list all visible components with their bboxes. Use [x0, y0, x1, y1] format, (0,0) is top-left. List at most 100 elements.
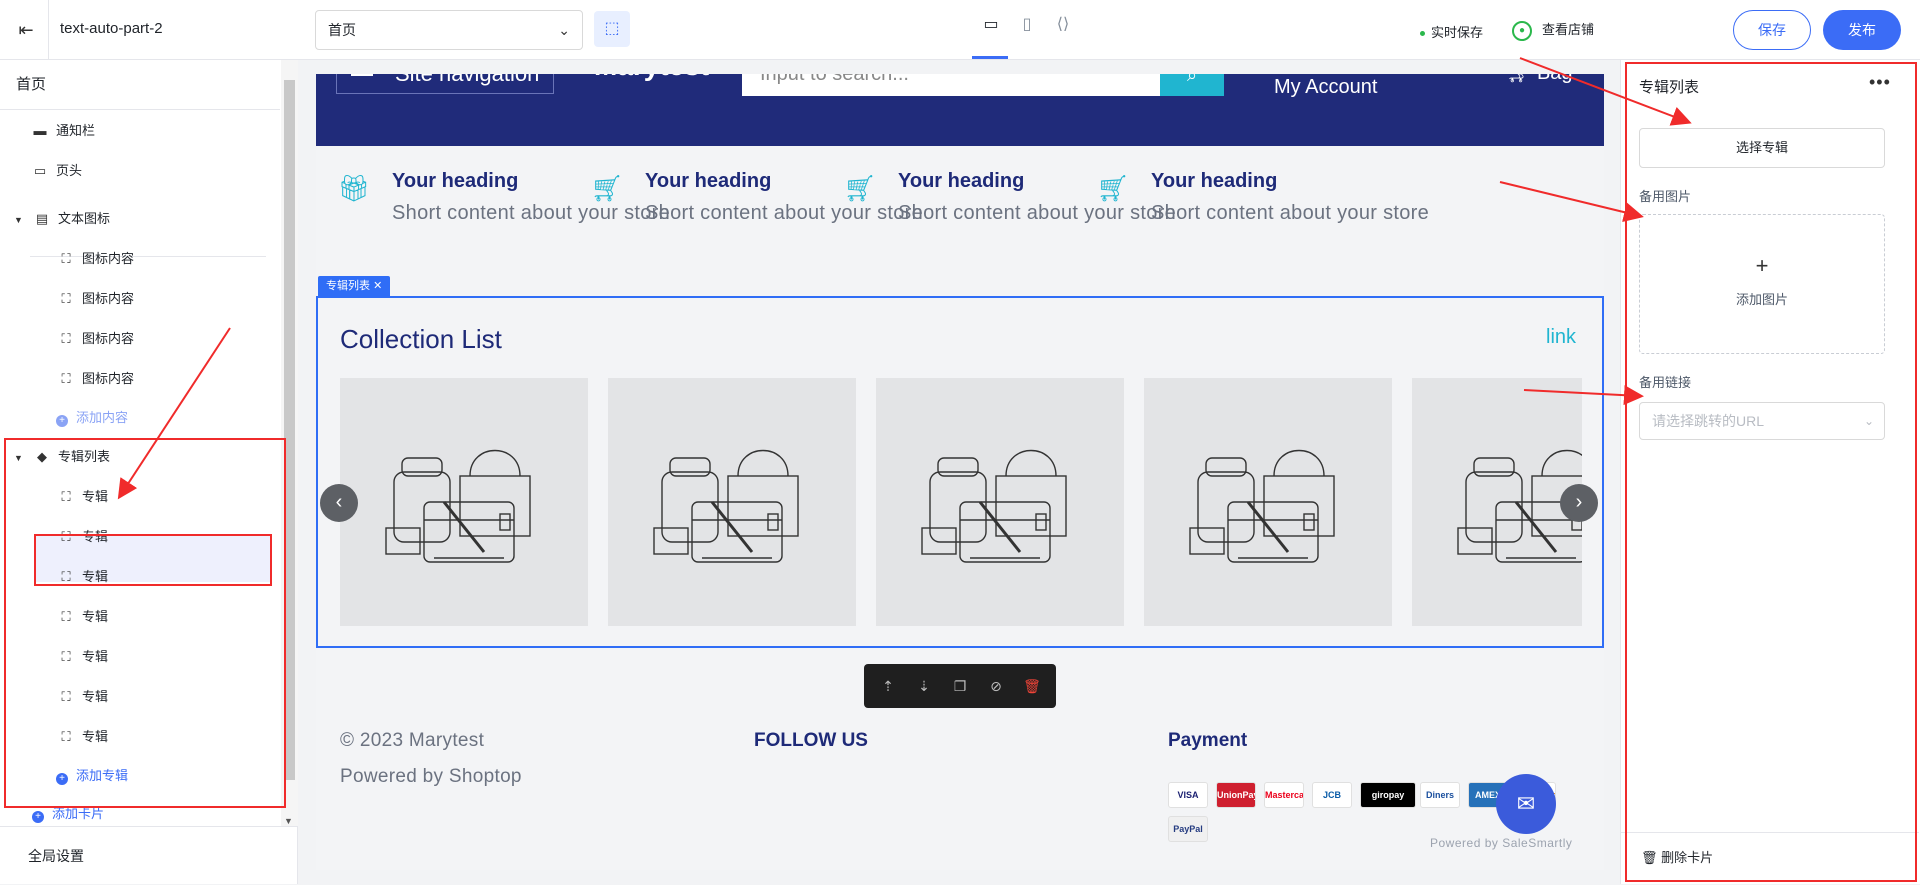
- sidebar-item-label: 页头: [56, 163, 83, 178]
- footer-powered-by: Powered by Shoptop: [340, 766, 522, 787]
- collection-link[interactable]: link: [1546, 326, 1576, 349]
- feature-title: Your heading: [1151, 170, 1278, 192]
- section-toolbar: ⇡ ⇣ ❐ ⊘ 🗑︎: [864, 664, 1056, 708]
- move-down-icon[interactable]: ⇣: [914, 676, 934, 696]
- page-select-value: 首页: [328, 22, 356, 38]
- add-content-button[interactable]: + 添加内容: [56, 408, 128, 428]
- gift-icon: 🎁︎: [337, 173, 371, 203]
- powered-by-salesmartly: Powered by SaleSmartly: [1430, 836, 1573, 850]
- scroll-down-icon[interactable]: ▼: [284, 816, 293, 826]
- caret-down-icon[interactable]: ▼: [14, 201, 26, 239]
- exit-icon[interactable]: ⇤: [14, 18, 38, 42]
- autosave-status: 实时保存: [1420, 22, 1483, 41]
- code-view-icon[interactable]: ⟨⟩: [1052, 14, 1074, 36]
- payment-badge: VISA: [1168, 782, 1208, 808]
- section-tag[interactable]: 专辑列表 ✕: [318, 276, 391, 296]
- footer-payment-title: Payment: [1168, 730, 1248, 751]
- feature-text: Short content about your store: [1151, 202, 1430, 224]
- payment-badge: JCB: [1312, 782, 1352, 808]
- hide-icon[interactable]: ⊘: [986, 676, 1006, 696]
- site-name: text-auto-part-2: [60, 20, 163, 37]
- section-tag-label: 专辑列表: [326, 280, 370, 292]
- collection-card[interactable]: [876, 378, 1124, 626]
- feature-title: Your heading: [392, 170, 519, 192]
- payment-badge: PayPal: [1168, 816, 1208, 842]
- bag-label: Bag: [1537, 74, 1573, 84]
- close-icon[interactable]: ✕: [373, 280, 382, 292]
- collection-card[interactable]: [608, 378, 856, 626]
- active-device-indicator: [972, 56, 1008, 59]
- collection-card[interactable]: [1144, 378, 1392, 626]
- autosave-label: 实时保存: [1431, 25, 1484, 40]
- feature-title: Your heading: [645, 170, 772, 192]
- feature-text: Short content about your store: [898, 202, 1177, 224]
- sidebar-title: 首页: [0, 60, 280, 110]
- chevron-down-icon: ⌄: [558, 22, 570, 38]
- footer-follow-us: FOLLOW US: [754, 730, 868, 751]
- sidebar-item-icon-content[interactable]: ⛶ 图标内容: [58, 360, 134, 398]
- add-card-label: 添加卡片: [52, 806, 105, 821]
- my-account-link[interactable]: My Account: [1274, 76, 1377, 99]
- bag-link[interactable]: 🛒︎ Bag: [1506, 74, 1573, 85]
- payment-badge: UnionPay: [1216, 782, 1256, 808]
- site-navigation-button[interactable]: Site navigation: [336, 74, 554, 94]
- desktop-view-icon[interactable]: ▭: [980, 14, 1002, 36]
- view-store-label: 查看店铺: [1542, 22, 1595, 37]
- feature-text: Short content about your store: [645, 202, 924, 224]
- sidebar-item-text-icon[interactable]: ▼ ▤ 文本图标: [14, 200, 110, 238]
- chat-widget-icon[interactable]: ✉: [1496, 774, 1556, 834]
- sidebar-item-header[interactable]: ▭ 页头: [32, 152, 82, 190]
- cart-icon: 🛒︎: [1096, 173, 1130, 203]
- sidebar-item-icon-content[interactable]: ⛶ 图标内容: [58, 280, 134, 318]
- sidebar-item-label: 图标内容: [82, 331, 135, 346]
- payment-badge: giropay: [1360, 782, 1416, 808]
- status-dot: [1420, 31, 1425, 37]
- notice-bar-icon: ▬: [33, 123, 47, 138]
- block-icon: ⛶: [61, 291, 71, 306]
- move-up-icon[interactable]: ⇡: [878, 676, 898, 696]
- add-content-label: 添加内容: [76, 410, 129, 425]
- search-icon[interactable]: ⌕: [1160, 74, 1224, 96]
- store-logo[interactable]: Marytest: [594, 74, 709, 82]
- sidebar-item-icon-content[interactable]: ⛶ 图标内容: [58, 320, 134, 358]
- divider: [48, 0, 49, 60]
- sidebar-item-icon-content[interactable]: ⛶ 图标内容: [58, 240, 134, 278]
- sidebar-item-notice-bar[interactable]: ▬ 通知栏: [32, 112, 96, 150]
- carousel-next-button[interactable]: ›: [1560, 484, 1598, 522]
- view-store-link[interactable]: ● 查看店铺: [1512, 19, 1594, 41]
- cart-icon: 🛒︎: [843, 173, 877, 203]
- right-panel: 专辑列表 ••• 选择专辑 备用图片 + 添加图片 备用链接 请选择跳转的URL…: [1620, 60, 1920, 884]
- copy-icon[interactable]: ❐: [950, 676, 970, 696]
- annotation-box: [34, 534, 272, 586]
- plus-icon: +: [32, 811, 44, 823]
- cart-icon: 🛒︎: [590, 173, 624, 203]
- annotation-box: [1625, 62, 1917, 882]
- carousel-prev-button[interactable]: ‹: [320, 484, 358, 522]
- mobile-view-icon[interactable]: ▯: [1016, 14, 1038, 36]
- sidebar-item-label: 图标内容: [82, 251, 135, 266]
- feature-text: Short content about your store: [392, 202, 671, 224]
- delete-icon[interactable]: 🗑︎: [1022, 676, 1042, 696]
- document-icon: ▤: [35, 211, 49, 226]
- store-search-input[interactable]: Input to search...: [742, 74, 1160, 96]
- payment-badge: Diners Club: [1420, 782, 1460, 808]
- block-icon: ⛶: [61, 251, 71, 266]
- sidebar-item-label: 文本图标: [58, 211, 111, 226]
- global-settings[interactable]: 全局设置: [0, 826, 298, 884]
- page-select[interactable]: 首页 ⌄: [315, 10, 583, 50]
- bag-illustration: [1189, 450, 1335, 563]
- payment-badge: Mastercard: [1264, 782, 1304, 808]
- header-icon: ▭: [33, 163, 47, 178]
- sidebar-item-label: 图标内容: [82, 291, 135, 306]
- publish-button[interactable]: 发布: [1823, 10, 1901, 50]
- element-picker-icon[interactable]: ⬚: [594, 11, 630, 47]
- collection-card[interactable]: [1412, 378, 1582, 626]
- bag-illustration: [385, 450, 531, 563]
- save-button[interactable]: 保存: [1733, 10, 1811, 50]
- collection-card[interactable]: [340, 378, 588, 626]
- feature-strip: 🎁︎ Your heading Short content about your s…: [316, 146, 1604, 252]
- footer-copyright: © 2023 Marytest: [340, 730, 485, 751]
- cart-icon: 🛒︎: [1506, 74, 1531, 84]
- site-navigation-label: Site navigation: [395, 74, 539, 86]
- collection-title: Collection List: [340, 324, 502, 354]
